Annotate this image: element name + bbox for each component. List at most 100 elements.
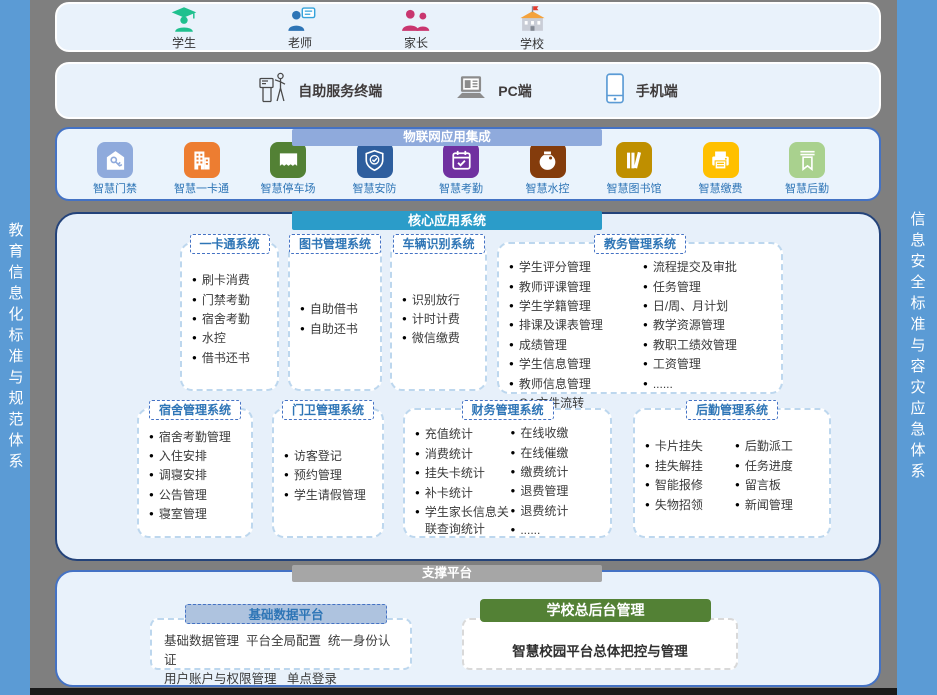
card-columns: ●自助借书●自助还书 bbox=[290, 244, 380, 389]
feature-item: ●学生信息管理 bbox=[509, 356, 643, 373]
feature-label: 留言板 bbox=[745, 477, 825, 494]
iot-item: 智慧图书馆 bbox=[596, 142, 672, 196]
bullet-icon: ● bbox=[645, 497, 650, 514]
user-item: 家长 bbox=[384, 4, 448, 51]
feature-item: ●工资管理 bbox=[643, 356, 777, 373]
student-icon bbox=[169, 6, 199, 33]
teacher-icon bbox=[285, 6, 316, 33]
feature-item: ●任务管理 bbox=[643, 279, 777, 296]
feature-item: ●充值统计 bbox=[415, 426, 511, 443]
feature-item: ●缴费统计 bbox=[511, 464, 607, 481]
feature-item: ●...... bbox=[643, 376, 777, 393]
feature-label: 访客登记 bbox=[294, 448, 378, 465]
terminals-panel: 自助服务终端PC端手机端 bbox=[55, 62, 881, 119]
feature-label: 宿舍考勤 bbox=[202, 311, 273, 328]
feature-item: ●公告管理 bbox=[149, 487, 247, 504]
iot-item: 智慧一卡通 bbox=[164, 142, 240, 196]
feature-label: 入住安排 bbox=[159, 448, 247, 465]
bullet-icon: ● bbox=[735, 458, 740, 475]
feature-item: ● 门禁考勤 bbox=[192, 292, 273, 309]
feature-label: 教学资源管理 bbox=[653, 317, 777, 334]
feature-label: 日/周、月计划 bbox=[653, 298, 777, 315]
iot-item: 智慧缴费 bbox=[683, 142, 759, 196]
card-columns: ●刷卡消费●门禁考勤●宿舍考勤●水控●借书还书 bbox=[182, 244, 277, 389]
feature-item: ●排课及课表管理 bbox=[509, 317, 643, 334]
user-label: 老师 bbox=[288, 34, 312, 51]
bullet-icon: ● bbox=[645, 458, 650, 475]
feature-item: ●后勤派工 bbox=[735, 438, 825, 455]
feature-item: ●学生学籍管理 bbox=[509, 298, 643, 315]
feature-label: 排课及课表管理 bbox=[519, 317, 643, 334]
card-columns: ●卡片挂失●挂失解挂●智能报修●失物招领●后勤派工●任务进度●留言板●新闻管理 bbox=[635, 410, 829, 536]
feature-item: ● 任务进度 bbox=[735, 458, 825, 475]
bullet-icon: ● bbox=[149, 429, 154, 446]
system-card-title: 图书管理系统 bbox=[289, 234, 381, 254]
bullet-icon: ● bbox=[645, 477, 650, 494]
base-platform-line: 用户账户与权限管理 单点登录 bbox=[164, 670, 402, 689]
user-label: 家长 bbox=[404, 34, 428, 51]
feature-list: ●充值统计●消费统计●挂失卡统计●补卡统计●学生家长信息关联查询统计 bbox=[415, 424, 511, 540]
bullet-icon: ● bbox=[735, 497, 740, 514]
card-columns: ●充值统计●消费统计●挂失卡统计●补卡统计●学生家长信息关联查询统计●在线收缴●… bbox=[405, 410, 610, 548]
feature-list: ●后勤派工●任务进度●留言板●新闻管理 bbox=[735, 424, 825, 528]
system-card: 宿舍管理系统●宿舍考勤管理●入住安排●调寝安排●公告管理●寝室管理 bbox=[137, 408, 253, 538]
system-card: 教务管理系统●学生评分管理●教师评课管理●学生学籍管理●排课及课表管理●成绩管理… bbox=[497, 242, 783, 394]
bullet-icon: ● bbox=[415, 446, 420, 463]
user-label: 学生 bbox=[172, 34, 196, 51]
card-columns: ●学生评分管理●教师评课管理●学生学籍管理●排课及课表管理●成绩管理●学生信息管… bbox=[499, 244, 781, 421]
feature-item: ●宿舍考勤管理 bbox=[149, 429, 247, 446]
feature-label: 充值统计 bbox=[425, 426, 511, 443]
core-systems-panel: 核心应用系统 一卡通系统●刷卡消费●门禁考勤●宿舍考勤●水控●借书还书图书管理系… bbox=[55, 212, 881, 561]
base-platform-line: 基础数据管理 平台全局配置 统一身份认证 bbox=[164, 632, 402, 670]
iot-item-label: 智慧缴费 bbox=[699, 180, 743, 196]
terminal-item: PC端 bbox=[454, 74, 531, 107]
iot-item: 智慧考勤 bbox=[423, 142, 499, 196]
bullet-icon: ● bbox=[402, 292, 407, 309]
bullet-icon: ● bbox=[643, 298, 648, 315]
feature-label: 微信缴费 bbox=[412, 330, 481, 347]
bullet-icon: ● bbox=[643, 259, 648, 276]
feature-item: ●入住安排 bbox=[149, 448, 247, 465]
feature-item: ●补卡统计 bbox=[415, 485, 511, 502]
feature-label: 计时计费 bbox=[412, 311, 481, 328]
feature-item: ●智能报修 bbox=[645, 477, 735, 494]
feature-label: 学生请假管理 bbox=[294, 487, 378, 504]
feature-label: ...... bbox=[520, 522, 606, 539]
system-card: 车辆识别系统●识别放行●计时计费●微信缴费 bbox=[390, 242, 487, 391]
user-item: 学生 bbox=[152, 4, 216, 51]
feature-item: ● 日/周、月计划 bbox=[643, 298, 777, 315]
bullet-icon: ● bbox=[643, 356, 648, 373]
bullet-icon: ● bbox=[300, 321, 305, 338]
feature-label: 公告管理 bbox=[159, 487, 247, 504]
system-card: 财务管理系统●充值统计●消费统计●挂失卡统计●补卡统计●学生家长信息关联查询统计… bbox=[403, 408, 612, 538]
bullet-icon: ● bbox=[192, 292, 197, 309]
feature-label: 学生评分管理 bbox=[519, 259, 643, 276]
iot-item: 智慧后勤 bbox=[769, 142, 845, 196]
bullet-icon: ● bbox=[511, 464, 516, 481]
feature-item: ●成绩管理 bbox=[509, 337, 643, 354]
terminal-label: PC端 bbox=[498, 81, 531, 101]
feature-list: ●宿舍考勤管理●入住安排●调寝安排●公告管理●寝室管理 bbox=[149, 424, 247, 528]
school-icon bbox=[517, 5, 548, 34]
feature-item: ●识别放行 bbox=[402, 292, 481, 309]
feature-item: ●自助还书 bbox=[300, 321, 376, 338]
feature-list: ●自助借书●自助还书 bbox=[300, 258, 376, 381]
feature-item: ●挂失卡统计 bbox=[415, 465, 511, 482]
bullet-icon: ● bbox=[643, 376, 648, 393]
bullet-icon: ● bbox=[509, 298, 514, 315]
bullet-icon: ● bbox=[511, 522, 516, 539]
feature-item: ●新闻管理 bbox=[735, 497, 825, 514]
feature-label: 预约管理 bbox=[294, 467, 378, 484]
bullet-icon: ● bbox=[645, 438, 650, 455]
bullet-icon: ● bbox=[192, 350, 197, 367]
users-panel: 学生老师家长学校 bbox=[55, 2, 881, 52]
feature-label: 任务进度 bbox=[745, 458, 825, 475]
feature-label: 门禁考勤 bbox=[202, 292, 273, 309]
base-data-platform-card: 基础数据管理 平台全局配置 统一身份认证 用户账户与权限管理 单点登录 bbox=[150, 618, 412, 670]
bullet-icon: ● bbox=[192, 311, 197, 328]
feature-label: 成绩管理 bbox=[519, 337, 643, 354]
feature-label: 退费管理 bbox=[520, 483, 606, 500]
feature-label: 学生信息管理 bbox=[519, 356, 643, 373]
bullet-icon: ● bbox=[402, 330, 407, 347]
feature-item: ●留言板 bbox=[735, 477, 825, 494]
